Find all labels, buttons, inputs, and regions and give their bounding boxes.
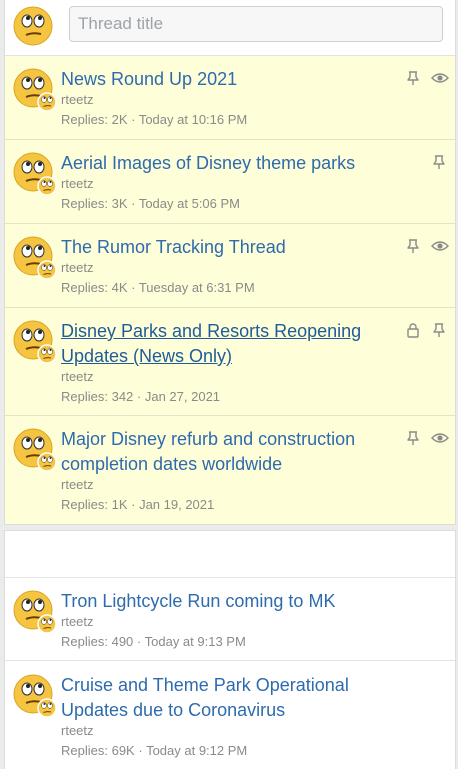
thread-meta: Replies: 2K · Today at 10:16 PM [61,112,248,127]
last-post-date[interactable]: Jan 19, 2021 [139,497,214,512]
thread-meta: Replies: 3K · Today at 5:06 PM [61,196,240,211]
reply-count: 2K [111,112,128,127]
sticky-thread-row[interactable]: Disney Parks and Resorts Reopening Updat… [5,308,455,416]
threads-block: Tron Lightcycle Run coming to MK rteetz … [4,530,456,769]
thread-meta: Replies: 342 · Jan 27, 2021 [61,389,221,404]
thread-author[interactable]: rteetz [61,92,94,107]
thread-avatar[interactable] [13,236,57,280]
thread-status-icons [405,428,449,448]
eye-icon[interactable] [431,238,449,254]
thread-meta: Replies: 4K · Tuesday at 6:31 PM [61,280,255,295]
thread-author[interactable]: rteetz [61,176,94,191]
sticky-thread-row[interactable]: Major Disney refurb and construction com… [5,416,455,524]
thread-status-icons [431,152,447,172]
sticky-thread-row[interactable]: The Rumor Tracking Thread rteetz Replies… [5,224,455,308]
thread-meta: Replies: 1K · Jan 19, 2021 [61,497,215,512]
last-post-date[interactable]: Today at 10:16 PM [139,112,247,127]
thread-avatar[interactable] [13,152,57,196]
reply-count: 69K [111,743,135,758]
thread-avatar[interactable] [13,674,57,718]
thread-title-link[interactable]: The Rumor Tracking Thread [61,235,397,260]
thread-title-link[interactable]: Cruise and Theme Park Operational Update… [61,673,397,723]
reply-count: 342 [111,389,134,404]
thread-author[interactable]: rteetz [61,614,94,629]
replies-label: Replies: [61,389,108,404]
last-post-date[interactable]: Today at 9:12 PM [146,743,247,758]
thread-avatar[interactable] [13,428,57,472]
thread-meta: Replies: 69K · Today at 9:12 PM [61,743,248,758]
reply-count: 1K [111,497,128,512]
thread-title-link[interactable]: Tron Lightcycle Run coming to MK [61,589,397,614]
replies-label: Replies: [61,634,108,649]
reply-count: 4K [111,280,128,295]
eye-icon[interactable] [431,70,449,86]
thread-author[interactable]: rteetz [61,477,94,492]
replies-label: Replies: [61,280,108,295]
thread-title-link[interactable]: Disney Parks and Resorts Reopening Updat… [61,319,397,369]
replies-label: Replies: [61,112,108,127]
reply-count: 490 [111,634,134,649]
thread-row[interactable]: Tron Lightcycle Run coming to MK rteetz … [5,577,455,661]
last-post-date[interactable]: Today at 9:13 PM [145,634,246,649]
replies-label: Replies: [61,497,108,512]
thread-avatar[interactable] [13,68,57,112]
replies-label: Replies: [61,196,108,211]
thread-title-link[interactable]: Major Disney refurb and construction com… [61,427,397,477]
pin-icon [431,322,447,338]
last-post-date[interactable]: Jan 27, 2021 [145,389,220,404]
pin-icon [405,238,421,254]
reply-count: 3K [111,196,128,211]
thread-meta: Replies: 490 · Today at 9:13 PM [61,634,246,649]
replies-label: Replies: [61,743,108,758]
thread-row[interactable]: Cruise and Theme Park Operational Update… [5,662,455,769]
pin-icon [405,430,421,446]
thread-author[interactable]: rteetz [61,369,94,384]
pin-icon [431,154,447,170]
thread-status-icons [405,236,449,256]
sticky-threads-block: News Round Up 2021 rteetz Replies: 2K · … [4,0,456,525]
thread-title-input[interactable] [69,6,443,42]
eye-icon[interactable] [431,430,449,446]
thread-avatar[interactable] [13,590,57,634]
last-post-date[interactable]: Tuesday at 6:31 PM [139,280,255,295]
last-post-date[interactable]: Today at 5:06 PM [139,196,240,211]
pin-icon [405,70,421,86]
thread-title-link[interactable]: News Round Up 2021 [61,67,397,92]
lock-icon [405,322,421,338]
sticky-thread-row[interactable]: Aerial Images of Disney theme parks rtee… [5,140,455,224]
thread-author[interactable]: rteetz [61,260,94,275]
thread-avatar[interactable] [13,320,57,364]
new-thread-bar [5,0,455,56]
sticky-thread-row[interactable]: News Round Up 2021 rteetz Replies: 2K · … [5,56,455,140]
user-avatar[interactable] [13,6,53,51]
thread-author[interactable]: rteetz [61,723,94,738]
thread-status-icons [405,320,447,340]
thread-status-icons [405,68,449,88]
thread-title-link[interactable]: Aerial Images of Disney theme parks [61,151,397,176]
